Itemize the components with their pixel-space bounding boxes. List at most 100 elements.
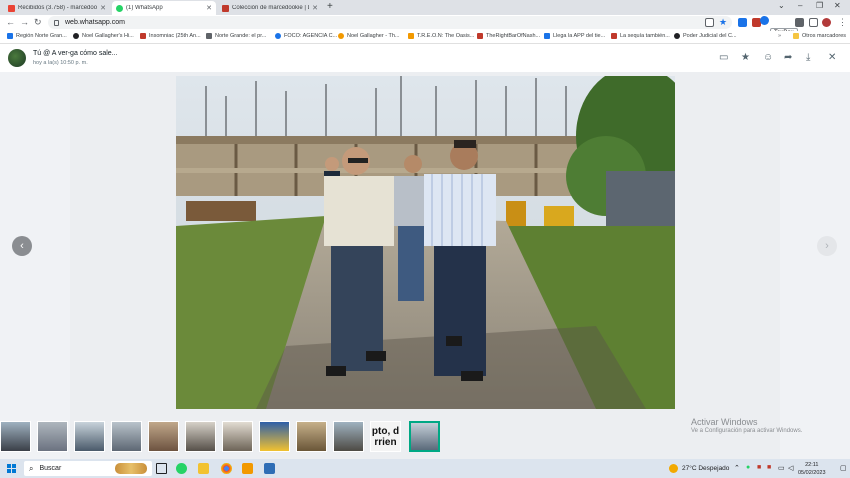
bookmark-item[interactable]: TheRightBarOfNash... <box>477 33 540 39</box>
address-bar[interactable]: web.whatsapp.com <box>48 16 732 29</box>
media-photo <box>176 76 675 409</box>
url-text: web.whatsapp.com <box>65 19 125 26</box>
chrome-icon[interactable] <box>221 463 232 474</box>
close-icon[interactable]: ✕ <box>828 52 836 63</box>
bookmark-item[interactable]: Poder Judicial del C... <box>674 33 737 39</box>
bookmark-star-icon[interactable]: ★ <box>719 17 727 28</box>
activate-subtitle: Ve a Configuración para activar Windows. <box>691 428 803 434</box>
media-thumbnail[interactable] <box>185 421 216 452</box>
previous-media-button[interactable]: ‹ <box>12 236 32 256</box>
next-media-button[interactable]: › <box>817 236 837 256</box>
bookmark-favicon-icon <box>338 33 344 39</box>
bookmark-item[interactable]: T.R.E.O.N: The Oasis... <box>408 33 474 39</box>
extension-icon[interactable] <box>738 18 747 27</box>
activate-title: Activar Windows <box>691 417 758 427</box>
close-window-icon[interactable]: ✕ <box>834 1 841 10</box>
lock-icon <box>54 19 59 26</box>
bookmark-item[interactable]: Norte Grande: el pr... <box>206 33 266 39</box>
media-thumbnail[interactable] <box>0 421 31 452</box>
notifications-icon[interactable]: ▢ <box>840 464 847 472</box>
bookmark-item[interactable]: Noel Gallagher - Th... <box>338 33 399 39</box>
tab-strip: Recibidos (3.758) - marcedookie ✕ (1) Wh… <box>0 0 850 15</box>
tab-title: Colección de marcedookie | Las <box>232 5 310 11</box>
bookmark-favicon-icon <box>408 33 414 39</box>
extensions-puzzle-icon[interactable] <box>795 18 804 27</box>
menu-icon[interactable]: ⋮ <box>838 17 847 28</box>
media-thumbnail[interactable] <box>148 421 179 452</box>
browser-toolbar: ← → ↻ web.whatsapp.com ★ ⋮ TexBox <box>0 15 850 38</box>
new-tab-button[interactable]: + <box>327 1 333 12</box>
viewer-header: Tú @ A ver-ga cómo sale... hoy a la(s) 1… <box>0 44 850 72</box>
tray-app-icon[interactable]: ■ <box>757 464 761 471</box>
media-thumbnail[interactable] <box>111 421 142 452</box>
windows-taskbar: ⌕ Buscar 27°C Despejado ⌃ ● ■ ■ ▭ ◁ 22:1… <box>0 459 850 478</box>
bookmark-favicon-icon <box>275 33 281 39</box>
chat-icon[interactable]: ▭ <box>719 52 728 63</box>
clock-time: 22:11 <box>805 462 819 468</box>
close-tab-icon[interactable]: ✕ <box>312 4 318 12</box>
media-thumbnail[interactable] <box>296 421 327 452</box>
bookmark-favicon-icon <box>544 33 550 39</box>
start-button[interactable] <box>7 464 16 473</box>
tab-gmail[interactable]: Recibidos (3.758) - marcedookie ✕ <box>4 1 110 15</box>
gmail-icon <box>8 4 15 12</box>
whatsapp-app-icon[interactable] <box>176 463 187 474</box>
cloud-icon[interactable] <box>760 16 769 25</box>
tab-search-icon[interactable]: ⌄ <box>778 1 785 10</box>
app-icon[interactable] <box>264 463 275 474</box>
bookmark-item[interactable]: La sequía también... <box>611 33 670 39</box>
tray-app-icon[interactable]: ■ <box>767 464 771 471</box>
search-highlight-icon <box>115 463 147 474</box>
bookmark-favicon-icon <box>73 33 79 39</box>
bookmark-item[interactable]: Noel Gallagher's Hi... <box>73 33 134 39</box>
forward-icon[interactable]: → <box>20 17 29 27</box>
media-thumbnail[interactable] <box>37 421 68 452</box>
minimize-icon[interactable]: – <box>798 1 802 10</box>
whatsapp-tray-icon[interactable]: ● <box>746 464 750 471</box>
sun-icon <box>669 464 678 473</box>
media-thumbnail[interactable] <box>333 421 364 452</box>
weather-widget[interactable]: 27°C Despejado <box>669 464 729 473</box>
tab-coleccion[interactable]: Colección de marcedookie | Las ✕ <box>218 1 322 15</box>
close-tab-icon[interactable]: ✕ <box>206 4 212 12</box>
download-icon[interactable]: ⤓ <box>806 52 810 63</box>
media-thumbnail[interactable]: pto, d rrien <box>370 421 401 452</box>
search-label: Buscar <box>39 465 62 472</box>
back-icon[interactable]: ← <box>6 17 15 27</box>
bookmark-item[interactable]: FOCO: AGENCIA C... <box>275 33 337 39</box>
bookmark-favicon-icon <box>140 33 146 39</box>
forward-icon[interactable]: ➦ <box>784 52 792 63</box>
sidepanel-icon[interactable] <box>809 18 818 27</box>
bookmark-item[interactable]: Insomniac (25th An... <box>140 33 201 39</box>
media-thumbnail[interactable] <box>259 421 290 452</box>
tab-whatsapp[interactable]: (1) WhatsApp ✕ <box>112 1 216 15</box>
restore-icon[interactable]: ❐ <box>816 1 823 10</box>
collection-icon <box>222 4 229 12</box>
chevron-up-icon[interactable]: ⌃ <box>734 464 740 472</box>
other-bookmarks[interactable]: Otros marcadores <box>793 33 846 39</box>
folder-icon <box>793 33 799 39</box>
star-icon[interactable]: ★ <box>741 52 750 63</box>
volume-icon[interactable]: ◁ <box>788 464 793 472</box>
task-view-icon[interactable] <box>156 463 167 474</box>
media-thumbnail[interactable] <box>74 421 105 452</box>
bookmark-item[interactable]: Región Norte Gran... <box>7 33 67 39</box>
tab-title: Recibidos (3.758) - marcedookie <box>18 5 98 11</box>
system-clock[interactable]: 22:11 05/02/2023 <box>798 461 826 477</box>
bookmark-favicon-icon <box>674 33 680 39</box>
media-thumbnail[interactable] <box>222 421 253 452</box>
clock-date: 05/02/2023 <box>798 470 826 476</box>
share-icon[interactable] <box>705 18 714 27</box>
media-thumbnail-selected[interactable] <box>409 421 440 452</box>
bookmark-favicon-icon <box>477 33 483 39</box>
more-bookmarks-icon[interactable]: » <box>778 33 781 39</box>
avatar[interactable] <box>8 49 26 67</box>
network-icon[interactable]: ▭ <box>778 464 785 472</box>
bookmark-item[interactable]: Llega la APP del tie... <box>544 33 605 39</box>
app-icon[interactable] <box>242 463 253 474</box>
sticker-icon[interactable]: ☺ <box>763 52 773 63</box>
reload-icon[interactable]: ↻ <box>34 17 42 28</box>
file-explorer-icon[interactable] <box>198 463 209 474</box>
close-tab-icon[interactable]: ✕ <box>100 4 106 12</box>
profile-avatar[interactable] <box>822 18 831 27</box>
